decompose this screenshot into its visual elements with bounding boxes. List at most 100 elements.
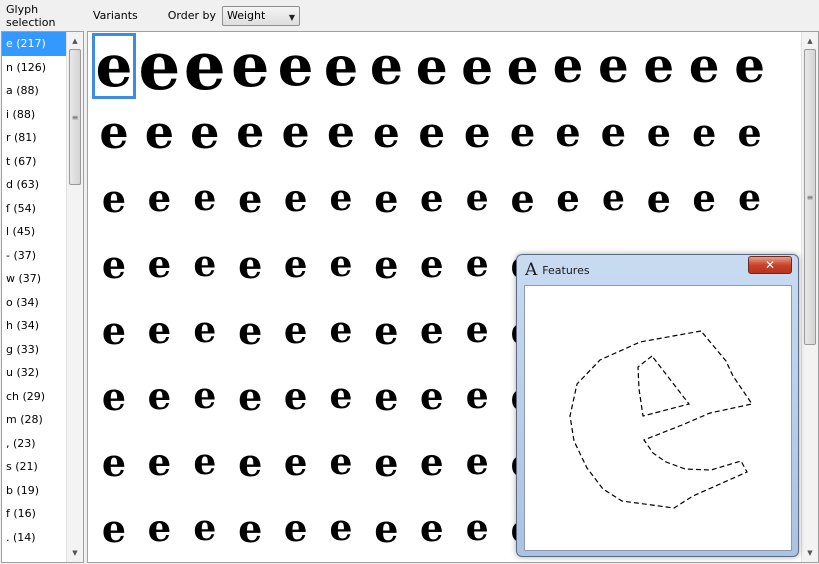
variant-cell[interactable]: e [591,165,635,231]
variant-cell[interactable]: e [92,32,136,100]
variant-cell[interactable]: e [501,165,545,231]
variant-cell[interactable]: e [92,495,136,561]
variant-cell[interactable]: e [137,495,181,561]
variant-cell[interactable]: e [183,99,227,165]
variant-cell[interactable]: e [319,495,363,561]
variant-cell[interactable]: e [455,363,499,429]
variant-cell[interactable]: e [364,363,408,429]
scroll-thumb[interactable]: ≡ [804,49,816,345]
variant-cell[interactable]: e [501,33,545,99]
variant-cell[interactable]: e [501,99,545,165]
variant-cell[interactable]: e [92,297,136,363]
order-by-select[interactable]: Weight ▼ [222,5,300,26]
variant-cell[interactable]: e [274,363,318,429]
variant-cell[interactable]: e [410,33,454,99]
variant-cell[interactable]: e [319,165,363,231]
close-button[interactable]: ✕ [748,256,792,274]
glyph-list[interactable]: e (217) n (126) a (88) i (88) r (81) t (67) d … [1,31,84,563]
variant-cell[interactable]: e [183,363,227,429]
variant-cell[interactable]: e [546,165,590,231]
variant-cell[interactable]: e [546,33,590,99]
scroll-up-icon[interactable]: ▲ [802,33,818,49]
variant-cell[interactable]: e [319,297,363,363]
variant-cell[interactable]: e [274,231,318,297]
scroll-down-icon[interactable]: ▼ [802,545,818,561]
variant-cell[interactable]: e [455,99,499,165]
variant-cell[interactable]: e [274,297,318,363]
variant-cell[interactable]: e [410,99,454,165]
variant-cell[interactable]: e [319,99,363,165]
variant-cell[interactable]: e [183,231,227,297]
variant-cell[interactable]: e [183,495,227,561]
variant-cell[interactable]: e [228,363,272,429]
variant-cell[interactable]: e [410,495,454,561]
variant-cell[interactable]: e [364,231,408,297]
variant-cell[interactable]: e [410,297,454,363]
variant-cell[interactable]: e [228,99,272,165]
glyph-list-scrollbar[interactable]: ▲ ≡ ▼ [66,32,83,562]
variant-cell[interactable]: e [137,99,181,165]
variant-cell[interactable]: e [728,165,772,231]
variant-cell[interactable]: e [183,297,227,363]
variant-cell[interactable]: e [137,297,181,363]
variants-scrollbar[interactable]: ▲ ≡ ▼ [801,32,818,562]
variant-cell[interactable]: e [455,429,499,495]
variant-cell[interactable]: e [274,99,318,165]
variant-cell[interactable]: e [319,429,363,495]
variant-cell[interactable]: e [137,32,181,105]
variant-cell[interactable]: e [546,99,590,165]
variant-cell[interactable]: e [92,165,136,231]
variant-cell[interactable]: e [228,429,272,495]
variant-cell[interactable]: e [728,33,772,99]
variant-cell[interactable]: e [137,363,181,429]
variant-cell[interactable]: e [137,165,181,231]
variant-cell[interactable]: e [319,231,363,297]
variant-cell[interactable]: e [364,99,408,165]
variant-cell[interactable]: e [137,429,181,495]
variant-cell[interactable]: e [364,33,408,99]
variant-cell[interactable]: e [364,495,408,561]
variant-cell[interactable]: e [455,297,499,363]
variant-cell[interactable]: e [183,165,227,231]
variant-cell[interactable]: e [455,33,499,99]
variant-cell[interactable]: e [728,99,772,165]
scroll-down-icon[interactable]: ▼ [67,545,83,561]
variant-cell[interactable]: e [637,165,681,231]
variant-cell[interactable]: e [364,165,408,231]
variant-cell[interactable]: e [92,99,136,165]
variant-cell[interactable]: e [364,297,408,363]
variant-cell[interactable]: e [274,165,318,231]
variant-cell[interactable]: e [682,99,726,165]
variant-cell[interactable]: e [637,33,681,99]
scroll-up-icon[interactable]: ▲ [67,33,83,49]
variant-cell[interactable]: e [274,495,318,561]
variant-cell[interactable]: e [682,165,726,231]
variant-cell[interactable]: e [228,32,272,101]
features-window[interactable]: A Features ✕ [516,254,799,557]
variant-cell[interactable]: e [682,33,726,99]
variant-cell[interactable]: e [92,363,136,429]
variant-cell[interactable]: e [410,165,454,231]
scroll-thumb[interactable]: ≡ [69,49,81,185]
variant-cell[interactable]: e [228,165,272,231]
variant-cell[interactable]: e [455,165,499,231]
variant-cell[interactable]: e [183,429,227,495]
variant-cell[interactable]: e [591,99,635,165]
variant-cell[interactable]: e [455,231,499,297]
variant-cell[interactable]: e [228,231,272,297]
variant-cell[interactable]: e [274,429,318,495]
variant-cell[interactable]: e [228,495,272,561]
variant-cell[interactable]: e [637,99,681,165]
variant-cell[interactable]: e [319,33,363,99]
variant-cell[interactable]: e [591,33,635,99]
variant-cell[interactable]: e [183,32,227,105]
variant-cell[interactable]: e [410,429,454,495]
variant-cell[interactable]: e [137,231,181,297]
variant-cell[interactable]: e [92,231,136,297]
variant-cell[interactable]: e [364,429,408,495]
variant-cell[interactable]: e [319,363,363,429]
variant-cell[interactable]: e [410,231,454,297]
variant-cell[interactable]: e [228,297,272,363]
variant-cell[interactable]: e [274,33,318,99]
variant-cell[interactable]: e [92,429,136,495]
